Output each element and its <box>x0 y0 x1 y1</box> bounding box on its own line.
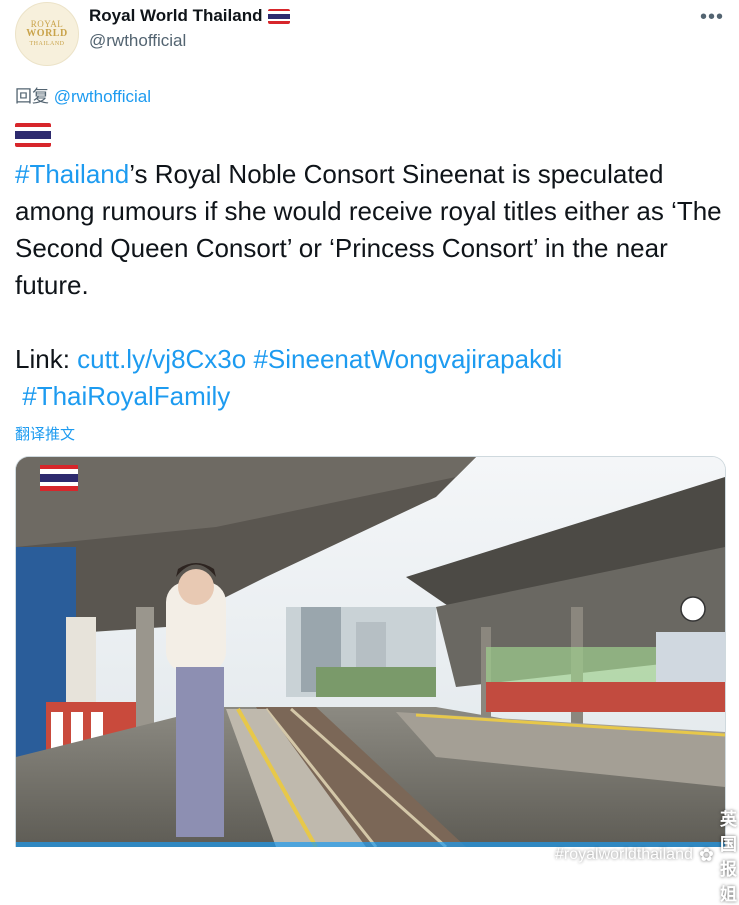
hashtag-sineenat-link[interactable]: #SineenatWongvajirapakdi <box>253 344 562 374</box>
hashtag-thailand-link[interactable]: #Thailand <box>15 159 129 189</box>
author-handle[interactable]: @rwthofficial <box>89 31 186 51</box>
wechat-icon: ✿ <box>698 844 714 865</box>
tweet-media-photo[interactable] <box>15 456 726 847</box>
display-name[interactable]: Royal World Thailand <box>89 6 262 26</box>
short-url-link[interactable]: cutt.ly/vj8Cx3o <box>77 344 246 374</box>
watermark-handle: #royalworldthailand <box>555 846 693 863</box>
watermark-brand: 英国报姐 <box>719 810 737 904</box>
avatar[interactable]: ROYAL WORLD THAILAND <box>15 2 79 66</box>
thailand-flag-icon <box>15 123 51 147</box>
reply-context: 回复 @rwthofficial <box>15 82 151 107</box>
reply-prefix: 回复 <box>15 87 49 106</box>
tweet-text: #Thailand’s Royal Noble Consort Sineenat… <box>15 156 727 415</box>
photo-watermark: #royalworldthailand ✿ 英国报姐 <box>555 805 739 905</box>
tweet-card: ROYAL WORLD THAILAND Royal World Thailan… <box>0 0 739 904</box>
more-dots-icon[interactable]: ••• <box>700 6 724 29</box>
author-name-row: Royal World Thailand <box>89 6 291 26</box>
avatar-text-line3: THAILAND <box>29 41 65 47</box>
thailand-flag-icon <box>268 8 291 24</box>
hashtag-thairoyalfamily-link[interactable]: #ThaiRoyalFamily <box>22 381 230 411</box>
translate-tweet-link[interactable]: 翻译推文 <box>15 423 75 444</box>
link-label: Link: <box>15 344 78 374</box>
avatar-text-line2: WORLD <box>26 28 68 39</box>
train-platform-photo <box>16 457 725 847</box>
reply-mention-link[interactable]: @rwthofficial <box>54 87 151 106</box>
